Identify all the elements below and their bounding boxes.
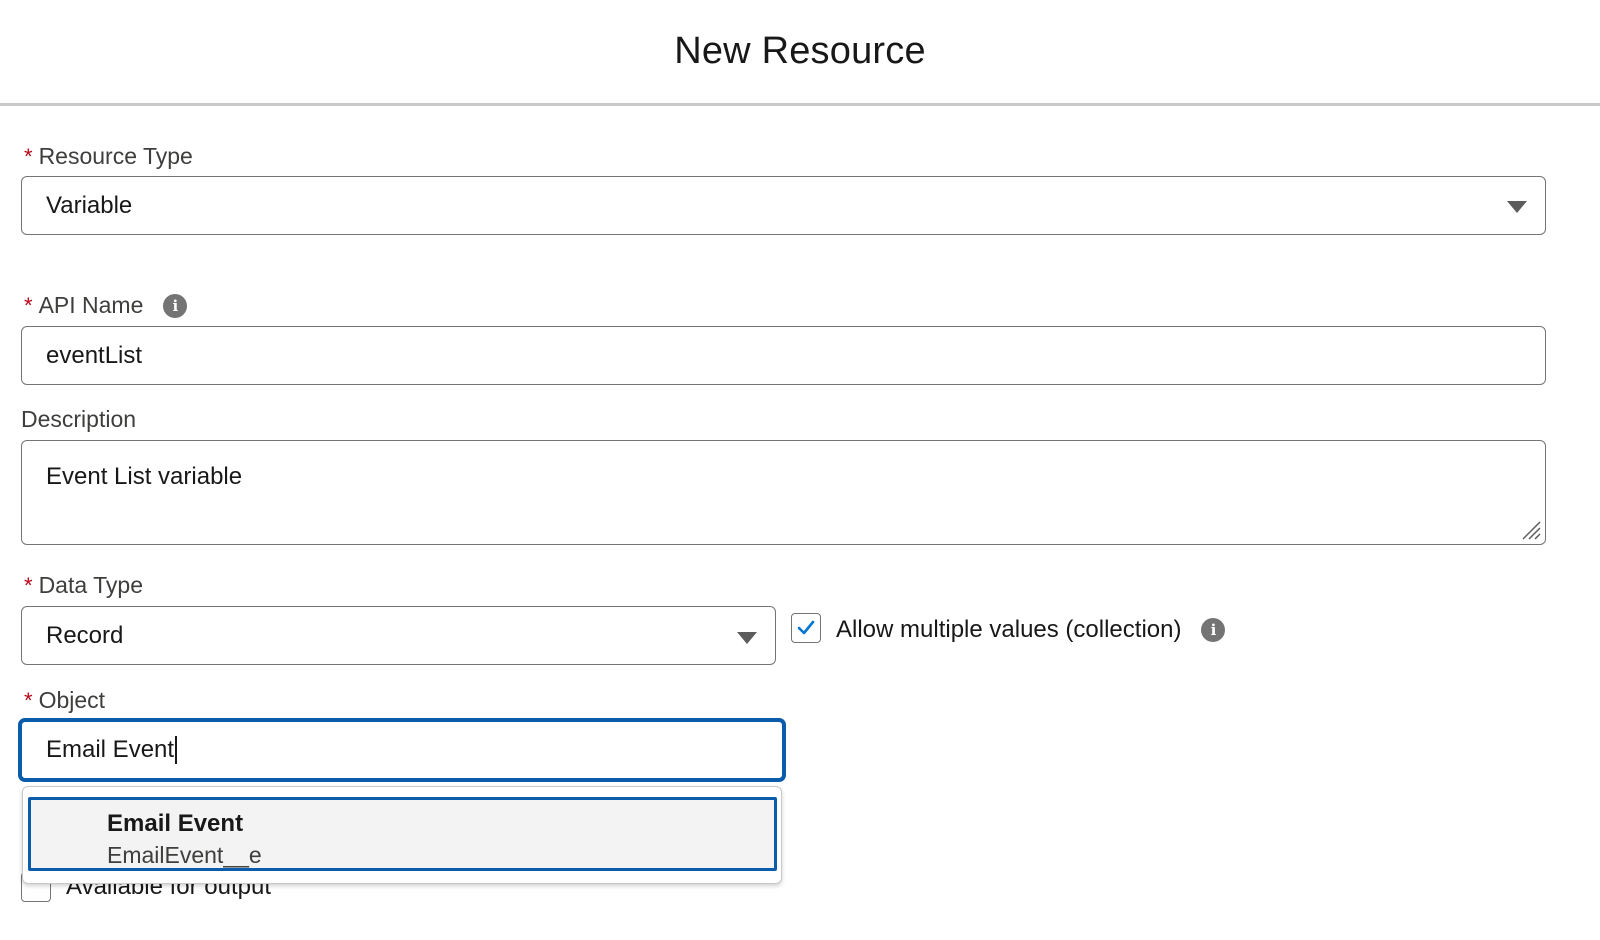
api-name-label: * API Name i bbox=[24, 292, 188, 319]
required-marker: * bbox=[24, 292, 33, 318]
description-value: Event List variable bbox=[46, 463, 243, 490]
modal-title: New Resource bbox=[674, 30, 926, 72]
object-option-api-name: EmailEvent__e bbox=[107, 842, 262, 868]
checkmark-icon bbox=[797, 620, 815, 635]
object-option[interactable]: Email Event EmailEvent__e bbox=[28, 797, 777, 871]
allow-multiple-checkbox[interactable] bbox=[791, 613, 821, 643]
chevron-down-icon bbox=[1507, 201, 1527, 213]
required-marker: * bbox=[24, 687, 33, 713]
resource-type-label-text: Resource Type bbox=[38, 143, 193, 169]
api-name-input[interactable]: eventList bbox=[21, 326, 1546, 385]
data-type-label-text: Data Type bbox=[38, 572, 143, 598]
data-type-label: * Data Type bbox=[24, 572, 143, 599]
api-name-label-text: API Name bbox=[38, 292, 144, 318]
api-name-value: eventList bbox=[46, 341, 143, 369]
modal-header: New Resource bbox=[0, 0, 1600, 106]
info-icon[interactable]: i bbox=[163, 293, 188, 318]
info-icon[interactable]: i bbox=[1201, 618, 1226, 642]
allow-multiple-label: Allow multiple values (collection) i bbox=[836, 616, 1226, 644]
description-textarea[interactable]: Event List variable bbox=[21, 440, 1546, 545]
object-search-input[interactable]: Email Event bbox=[19, 719, 785, 781]
resource-type-value: Variable bbox=[46, 191, 133, 219]
resource-type-label: * Resource Type bbox=[24, 143, 193, 170]
object-label: * Object bbox=[24, 687, 105, 714]
required-marker: * bbox=[24, 572, 33, 598]
data-type-value: Record bbox=[46, 621, 124, 649]
object-option-title: Email Event bbox=[107, 810, 244, 837]
resize-handle-icon[interactable] bbox=[1519, 518, 1541, 540]
text-cursor bbox=[175, 736, 178, 764]
required-marker: * bbox=[24, 143, 33, 169]
resource-type-select[interactable]: Variable bbox=[21, 176, 1546, 235]
allow-multiple-label-text: Allow multiple values (collection) bbox=[836, 616, 1182, 643]
object-dropdown-listbox: Email Event EmailEvent__e bbox=[22, 786, 782, 884]
description-label: Description bbox=[21, 406, 136, 433]
object-search-value: Email Event bbox=[46, 736, 175, 763]
chevron-down-icon bbox=[737, 632, 757, 644]
description-label-text: Description bbox=[21, 406, 137, 432]
object-label-text: Object bbox=[38, 687, 106, 713]
data-type-select[interactable]: Record bbox=[21, 606, 776, 665]
